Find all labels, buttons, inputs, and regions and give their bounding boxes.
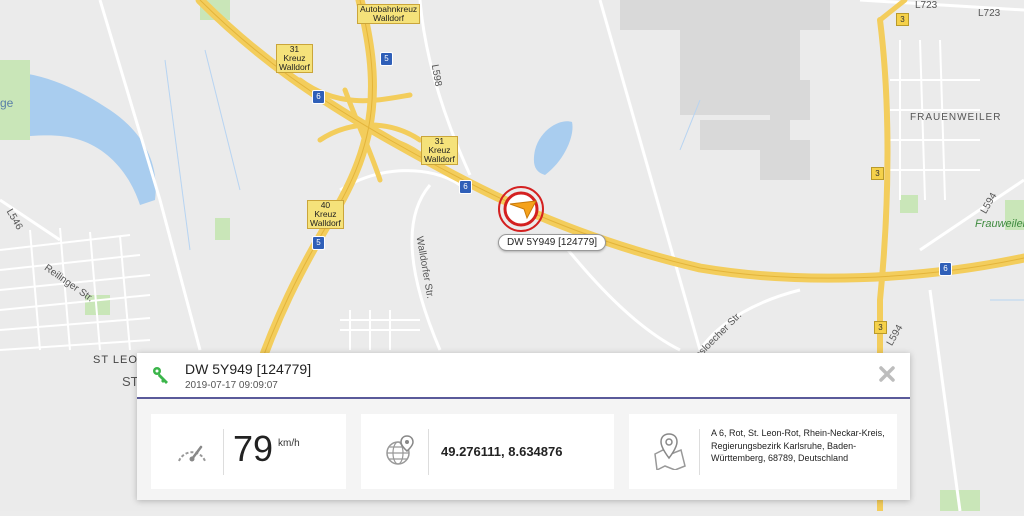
speed-card: 79 km/h <box>151 414 346 489</box>
a6-shield: 6 <box>459 180 472 194</box>
vehicle-title: DW 5Y949 [124779] <box>185 361 312 377</box>
exit-sign-kreuz-31: 31 Kreuz Walldorf <box>276 44 313 73</box>
coordinates-card: 49.276111, 8.634876 <box>361 414 614 489</box>
card-divider <box>699 429 700 475</box>
exit-sign-text: 31 Kreuz Walldorf <box>424 136 455 164</box>
globe-pin-icon <box>386 435 414 465</box>
a5-shield: 5 <box>380 52 393 66</box>
address-value: A 6, Rot, St. Leon-Rot, Rhein-Neckar-Kre… <box>711 428 885 463</box>
timestamp: 2019-07-17 09:09:07 <box>185 380 278 391</box>
coordinates-value: 49.276111, 8.634876 <box>441 444 563 459</box>
close-icon[interactable] <box>878 365 896 383</box>
exit-sign-autobahnkreuz: Autobahnkreuz Walldorf <box>357 4 421 24</box>
speedometer-icon <box>178 445 206 462</box>
vehicle-marker[interactable] <box>496 184 546 234</box>
card-divider <box>428 429 429 475</box>
key-icon <box>153 367 168 384</box>
exit-sign-kreuz-40: 40 Kreuz Walldorf <box>307 200 344 229</box>
a6-shield: 6 <box>939 262 952 276</box>
b3-shield: 3 <box>896 13 909 26</box>
speed-value: 79 <box>233 428 274 469</box>
speed-unit: km/h <box>278 438 300 449</box>
b3-shield: 3 <box>871 167 884 180</box>
vehicle-info-panel: DW 5Y949 [124779] 2019-07-17 09:09:07 79… <box>137 353 910 500</box>
vehicle-marker-icon <box>498 186 544 232</box>
address-card: A 6, Rot, St. Leon-Rot, Rhein-Neckar-Kre… <box>629 414 897 489</box>
vehicle-label[interactable]: DW 5Y949 [124779] <box>498 234 607 251</box>
exit-sign-text: Autobahnkreuz Walldorf <box>360 4 418 23</box>
road-label-l723: L723 <box>915 0 938 11</box>
panel-header: DW 5Y949 [124779] 2019-07-17 09:09:07 <box>137 353 910 399</box>
water-label: ge <box>0 96 14 110</box>
road-label-l723: L723 <box>978 8 1001 19</box>
a5-shield: 5 <box>312 236 325 250</box>
exit-sign-text: 31 Kreuz Walldorf <box>279 44 310 72</box>
exit-sign-text: 40 Kreuz Walldorf <box>310 200 341 228</box>
card-divider <box>223 429 224 475</box>
exit-sign-kreuz-31-east: 31 Kreuz Walldorf <box>421 136 458 165</box>
b3-shield: 3 <box>874 321 887 334</box>
a6-shield: 6 <box>312 90 325 104</box>
place-label-frauenweiler: FRAUENWEILER <box>910 112 1002 123</box>
map-pin-icon <box>654 433 686 470</box>
place-label-frauweiler: Frauweiler <box>975 218 1024 230</box>
